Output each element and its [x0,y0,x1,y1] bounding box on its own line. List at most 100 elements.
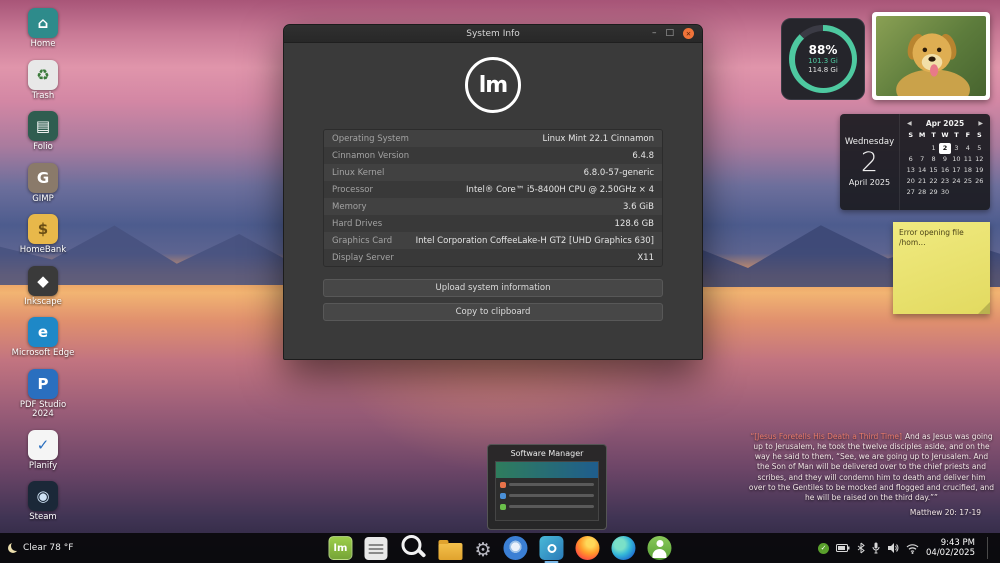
app-icon: ⌂ [28,8,58,38]
calendar-day-cell[interactable]: 21 [916,176,927,187]
desktop-icon[interactable]: ⌂ Home [10,8,76,50]
calendar-header-label: Apr 2025 [925,119,965,128]
calendar-day-cell[interactable]: 4 [962,143,973,154]
system-info-button[interactable]: Upload system information [323,279,663,297]
calendar-day-cell[interactable]: 17 [951,165,962,176]
folder-icon[interactable] [438,540,463,560]
calendar-day-cell[interactable]: 8 [928,154,939,165]
clock-date: 04/02/2025 [926,548,975,558]
desktop-icon[interactable]: e Microsoft Edge [10,317,76,359]
edge-icon[interactable] [611,536,636,560]
show-desktop-button[interactable] [987,537,992,559]
weather-applet[interactable]: Clear 78 °F [8,543,73,553]
clock-applet[interactable]: 9:43 PM 04/02/2025 [926,538,975,558]
calendar-day-cell[interactable]: 24 [951,176,962,187]
calendar-day-cell[interactable]: 19 [974,165,985,176]
calendar-day-grid: 1 2 3 4 5 6 7 8 9 10 11 12 13 14 15 16 17 18 19 20 21 22 23 24 2… [905,143,985,198]
clock-time: 9:43 PM [940,537,975,548]
desktop-icon[interactable]: ◆ Inkscape [10,265,76,308]
desktop-icon[interactable]: ✓ Planify [10,429,76,472]
calendar-day-cell[interactable] [962,187,973,198]
system-info-row-value: Intel Corporation CoffeeLake-H GT2 [UHD … [415,235,654,246]
calendar-day-cell[interactable]: 3 [951,143,962,154]
system-info-row-value: 3.6 GiB [623,201,654,212]
firefox-icon[interactable] [575,536,600,560]
system-info-row-value: 6.4.8 [632,150,654,161]
calendar-weekday: T [931,131,936,139]
updates-check-icon[interactable]: ✓ [818,542,829,554]
chromium-icon[interactable] [503,536,528,560]
calendar-next-icon[interactable]: ▶ [978,120,983,127]
calendar-day-cell[interactable]: 14 [916,165,927,176]
calendar-day-cell[interactable]: 16 [939,165,950,176]
calendar-weekday: W [941,131,949,139]
thumbnail-row [500,502,594,511]
sticky-note-widget[interactable]: Error opening file /hom… [893,222,990,314]
maximize-button[interactable]: □ [665,29,674,38]
calendar-day-cell[interactable]: 28 [916,187,927,198]
desktop-icon[interactable]: ▤ Folio [10,111,76,153]
search-icon[interactable] [399,533,426,560]
system-info-row-label: Linux Kernel [332,167,385,178]
desktop-icon-label: Inkscape [24,296,62,307]
calendar-day-cell[interactable] [905,143,916,154]
calendar-day-cell[interactable]: 13 [905,165,916,176]
calendar-day-cell[interactable]: 10 [951,154,962,165]
app-icon: G [28,162,58,193]
desktop-icon[interactable]: $ HomeBank [10,214,76,256]
microphone-icon[interactable] [872,542,880,554]
system-info-row: Linux Kernel 6.8.0-57-generic [324,164,662,181]
calendar-day-cell[interactable] [951,187,962,198]
desktop-icon[interactable]: ◉ Steam [10,481,76,523]
edge-glyph [611,536,636,560]
app-icon: e [28,317,58,348]
close-button[interactable]: ✕ [683,28,694,39]
dog-photo [876,16,986,96]
window-titlebar[interactable]: System Info – □ ✕ [284,25,702,43]
app-icon: ✓ [28,429,58,460]
calendar-day-cell[interactable]: 20 [905,176,916,187]
calendar-day-cell[interactable]: 11 [962,154,973,165]
calendar-day-cell[interactable]: 12 [974,154,985,165]
user-icon[interactable] [647,536,672,560]
calendar-day-cell[interactable]: 1 [928,143,939,154]
calendar-weekday: S [976,131,982,139]
calendar-day-cell[interactable]: 23 [939,176,950,187]
calendar-day-cell[interactable]: 18 [962,165,973,176]
calendar-day-cell[interactable]: 29 [928,187,939,198]
desktop-icon[interactable]: ♻ Trash [10,59,76,102]
network-icon[interactable] [906,543,919,554]
calendar-day-cell[interactable]: 27 [905,187,916,198]
calendar-day-number: 2 [860,147,879,178]
desktop-icon[interactable]: G GIMP [10,162,76,205]
desktop-icon[interactable]: P PDF Studio 2024 [10,368,76,420]
disk-usage-percent: 88% [808,42,838,57]
calendar-day-cell[interactable]: 6 [905,154,916,165]
calendar-day-cell[interactable]: 26 [974,176,985,187]
calendar-day-cell[interactable]: 22 [928,176,939,187]
battery-icon[interactable] [836,543,850,553]
mint-menu-icon[interactable]: lm [328,536,353,560]
system-info-button[interactable]: Copy to clipboard [323,303,663,321]
calendar-day-cell[interactable]: 7 [916,154,927,165]
calendar-day-cell[interactable]: 9 [939,154,950,165]
calendar-day-cell[interactable] [974,187,985,198]
desktop-icon-label: Folio [33,142,53,153]
calendar-day-cell[interactable] [916,143,927,154]
volume-icon[interactable] [887,542,899,554]
window-preview-software-manager[interactable]: Software Manager [487,444,607,530]
mint-logo-glyph: lm [328,536,353,560]
files-icon[interactable] [364,537,388,560]
settings-gear-icon[interactable]: ⚙ [474,541,491,560]
system-info-row: Memory 3.6 GiB [324,198,662,215]
calendar-prev-icon[interactable]: ◀ [907,120,912,127]
calendar-day-cell[interactable]: 15 [928,165,939,176]
bluetooth-icon[interactable] [857,542,865,554]
system-info-row-value: 128.6 GB [614,218,654,229]
calendar-day-cell[interactable]: 30 [939,187,950,198]
calendar-day-cell[interactable]: 2 [939,143,951,154]
calendar-day-cell[interactable]: 25 [962,176,973,187]
software-manager-icon[interactable] [539,536,564,563]
calendar-day-cell[interactable]: 5 [974,143,985,154]
minimize-button[interactable]: – [652,29,657,38]
